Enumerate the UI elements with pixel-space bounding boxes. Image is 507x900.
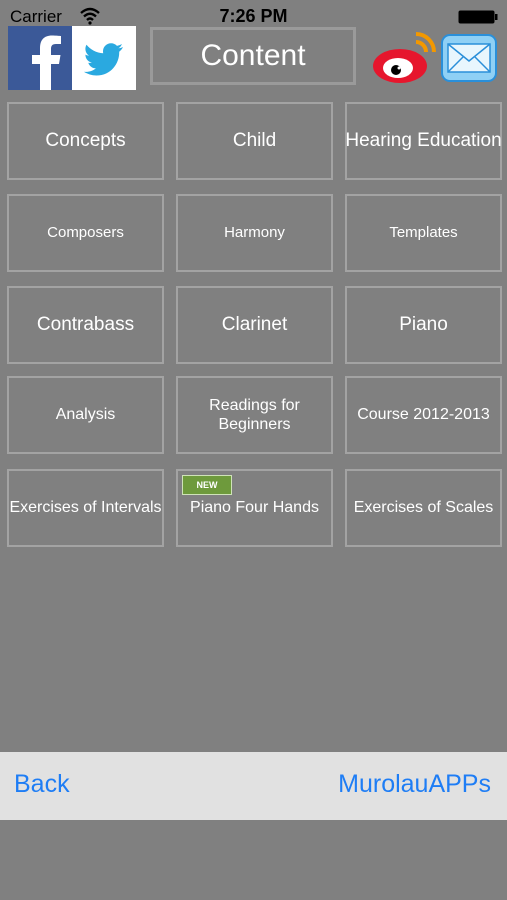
- tile-readings-for-beginners[interactable]: Readings for Beginners: [176, 376, 333, 454]
- status-time: 7:26 PM: [219, 6, 288, 26]
- tile-piano[interactable]: Piano: [345, 286, 502, 364]
- bottom-toolbar: Back MurolauAPPs: [0, 752, 507, 820]
- tile-exercises-of-intervals[interactable]: Exercises of Intervals: [7, 469, 164, 547]
- twitter-icon[interactable]: [72, 26, 136, 90]
- tile-concepts[interactable]: Concepts: [7, 102, 164, 180]
- tile-contrabass[interactable]: Contrabass: [7, 286, 164, 364]
- back-button[interactable]: Back: [14, 770, 70, 799]
- weibo-icon[interactable]: [370, 30, 440, 86]
- new-badge: NEW: [182, 475, 232, 495]
- tile-composers[interactable]: Composers: [7, 194, 164, 272]
- facebook-icon[interactable]: [8, 26, 72, 90]
- tile-clarinet[interactable]: Clarinet: [176, 286, 333, 364]
- mail-icon[interactable]: [441, 34, 497, 82]
- tile-analysis[interactable]: Analysis: [7, 376, 164, 454]
- tile-piano-four-hands[interactable]: NEW Piano Four Hands: [176, 469, 333, 547]
- tile-exercises-of-scales[interactable]: Exercises of Scales: [345, 469, 502, 547]
- tile-course-2012-2013[interactable]: Course 2012-2013: [345, 376, 502, 454]
- tile-hearing-education[interactable]: Hearing Education: [345, 102, 502, 180]
- tile-templates[interactable]: Templates: [345, 194, 502, 272]
- murolauapps-link[interactable]: MurolauAPPs: [338, 770, 491, 799]
- battery-icon: [458, 10, 498, 24]
- tile-harmony[interactable]: Harmony: [176, 194, 333, 272]
- page-title: Content: [150, 27, 356, 85]
- tile-child[interactable]: Child: [176, 102, 333, 180]
